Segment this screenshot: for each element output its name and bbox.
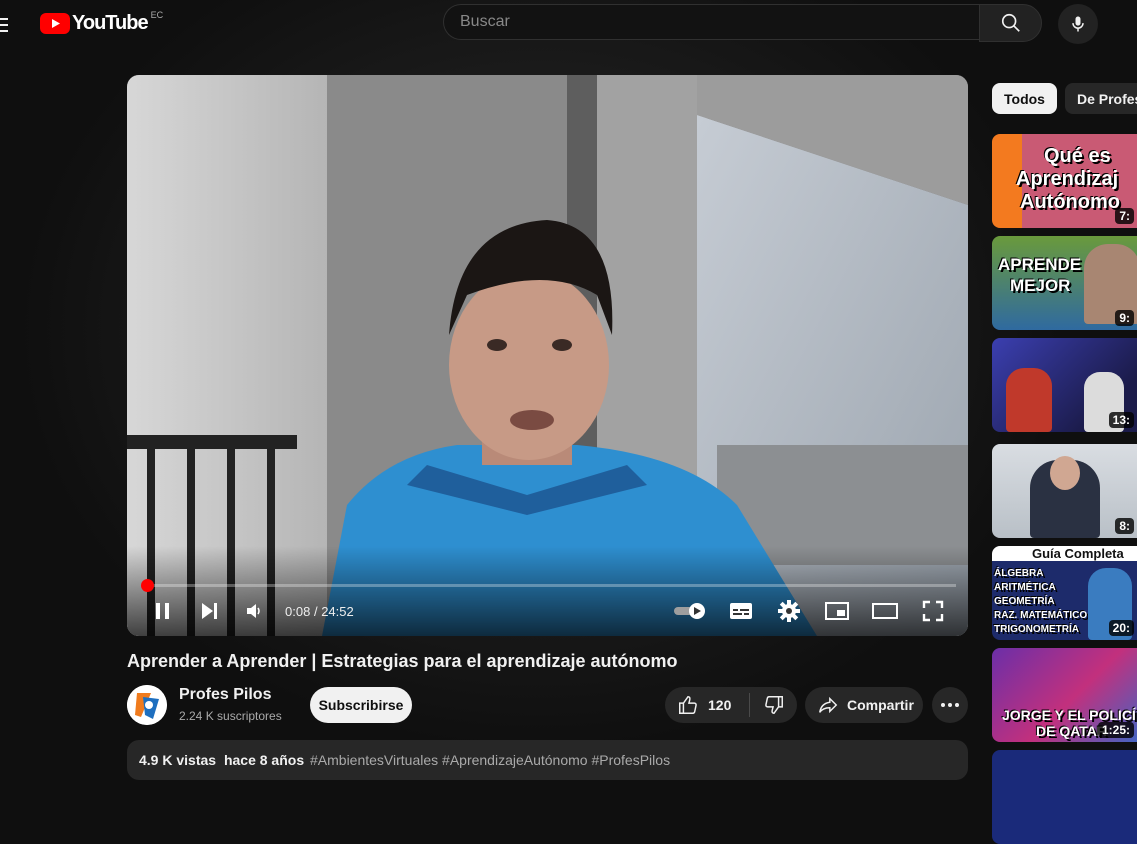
logo-text: YouTube bbox=[72, 12, 149, 34]
chip-de-profes[interactable]: De Profes bbox=[1064, 83, 1137, 114]
volume-button[interactable] bbox=[241, 597, 269, 625]
video-duration: 20: bbox=[1108, 620, 1134, 636]
thumbnail-text: APRENDE bbox=[998, 255, 1082, 274]
subscriber-count: 2.24 K suscriptores bbox=[179, 709, 282, 723]
top-bar: YouTube EC bbox=[0, 0, 1137, 56]
hashtags[interactable]: #AmbientesVirtuales #AprendizajeAutónomo… bbox=[310, 752, 670, 768]
thumbs-down-icon bbox=[764, 696, 783, 714]
search-input[interactable] bbox=[443, 4, 979, 40]
youtube-logo[interactable]: YouTube EC bbox=[40, 9, 164, 35]
search-bar bbox=[443, 4, 1042, 42]
pause-button[interactable] bbox=[149, 597, 177, 625]
theater-icon bbox=[872, 603, 898, 619]
description-meta: 4.9 K vistas hace 8 años #AmbientesVirtu… bbox=[139, 752, 670, 768]
time-separator: / bbox=[313, 604, 318, 619]
next-icon bbox=[202, 603, 217, 619]
dislike-button[interactable] bbox=[750, 687, 797, 723]
related-video-thumbnail[interactable]: Guía Completa ÁLGEBRA ARITMÉTICA GEOMETR… bbox=[992, 546, 1137, 640]
subscribe-button[interactable]: Subscribirse bbox=[310, 687, 412, 723]
chip-todos[interactable]: Todos bbox=[992, 83, 1057, 114]
next-button[interactable] bbox=[195, 597, 223, 625]
voice-search-button[interactable] bbox=[1058, 4, 1098, 44]
like-dislike-group: 120 bbox=[665, 687, 797, 723]
related-video-thumbnail[interactable]: JORGE Y EL POLICÍ DE QATAR 1:25: bbox=[992, 648, 1137, 742]
theater-mode-button[interactable] bbox=[869, 597, 901, 625]
thumbnail-text: Autónomo bbox=[1020, 191, 1120, 213]
subtitles-icon bbox=[730, 603, 752, 619]
gear-icon bbox=[778, 600, 800, 622]
share-label: Compartir bbox=[847, 697, 914, 713]
description-box[interactable]: 4.9 K vistas hace 8 años #AmbientesVirtu… bbox=[127, 740, 968, 780]
miniplayer-icon bbox=[825, 602, 849, 620]
related-video-thumbnail[interactable] bbox=[992, 750, 1137, 844]
video-player[interactable]: 0:08 / 24:52 bbox=[127, 75, 968, 636]
related-video-thumbnail[interactable]: Qué es Aprendizaj Autónomo 7: bbox=[992, 134, 1137, 228]
thumbnail-text: RAZ. MATEMÁTICO bbox=[994, 610, 1088, 621]
thumbs-up-icon bbox=[679, 696, 697, 714]
view-count: 4.9 K vistas bbox=[139, 752, 217, 768]
search-button[interactable] bbox=[979, 4, 1042, 42]
thumbnail-text: ARITMÉTICA bbox=[994, 582, 1056, 593]
related-video-thumbnail[interactable]: APRENDE MEJOR 9: bbox=[992, 236, 1137, 330]
thumbnail-text: Qué es bbox=[1044, 145, 1111, 167]
video-title: Aprender a Aprender | Estrategias para e… bbox=[127, 651, 678, 671]
thumbnail-text: MEJOR bbox=[1010, 276, 1071, 295]
thumbnail-text: ÁLGEBRA bbox=[994, 568, 1044, 579]
scrubber-handle[interactable] bbox=[141, 579, 155, 592]
share-icon bbox=[819, 696, 838, 714]
search-icon bbox=[1001, 13, 1020, 32]
progress-bar[interactable] bbox=[141, 579, 956, 592]
region-code: EC bbox=[150, 9, 164, 20]
settings-button[interactable] bbox=[773, 597, 805, 625]
channel-name[interactable]: Profes Pilos bbox=[179, 686, 271, 704]
like-count: 120 bbox=[708, 697, 732, 713]
video-duration: 9: bbox=[1115, 310, 1134, 326]
thumbnail-text: JORGE Y EL POLICÍ bbox=[1002, 707, 1136, 723]
pause-icon bbox=[156, 603, 169, 619]
thumbnail-person bbox=[1006, 368, 1052, 432]
like-button[interactable]: 120 bbox=[665, 687, 749, 723]
autoplay-icon bbox=[674, 603, 705, 619]
share-button[interactable]: Compartir bbox=[805, 687, 923, 723]
video-duration: 1:25: bbox=[1097, 722, 1134, 738]
more-horizontal-icon bbox=[941, 703, 959, 707]
channel-avatar[interactable] bbox=[127, 685, 167, 725]
video-duration: 13: bbox=[1108, 412, 1134, 428]
related-video-thumbnail[interactable]: 13: bbox=[992, 338, 1137, 432]
time-total: 24:52 bbox=[321, 604, 354, 619]
more-actions-button[interactable] bbox=[932, 687, 968, 723]
time-display: 0:08 / 24:52 bbox=[285, 604, 354, 619]
subtitles-button[interactable] bbox=[725, 597, 757, 625]
menu-icon[interactable] bbox=[0, 14, 14, 34]
thumbnail-text: DE QATAR bbox=[1036, 723, 1108, 739]
thumbnail-text: Aprendizaj bbox=[1016, 168, 1119, 190]
autoplay-toggle[interactable] bbox=[671, 597, 711, 625]
youtube-play-icon bbox=[40, 13, 70, 34]
fullscreen-icon bbox=[922, 600, 944, 622]
microphone-icon bbox=[1072, 16, 1084, 32]
thumbnail-face bbox=[1050, 456, 1080, 490]
miniplayer-button[interactable] bbox=[821, 597, 853, 625]
fullscreen-button[interactable] bbox=[917, 597, 949, 625]
volume-icon bbox=[247, 604, 260, 618]
thumbnail-text: TRIGONOMETRÍA bbox=[994, 624, 1079, 635]
thumbnail-text: GEOMETRÍA bbox=[994, 596, 1055, 607]
time-current: 0:08 bbox=[285, 604, 311, 619]
channel-logo-icon bbox=[127, 685, 167, 725]
video-duration: 7: bbox=[1115, 208, 1134, 224]
related-video-thumbnail[interactable]: 8: bbox=[992, 444, 1137, 538]
video-duration: 8: bbox=[1115, 518, 1134, 534]
thumbnail-text: Guía Completa bbox=[1032, 546, 1124, 561]
upload-date: hace 8 años bbox=[223, 752, 305, 768]
filter-chips: Todos De Profes bbox=[992, 83, 1137, 115]
